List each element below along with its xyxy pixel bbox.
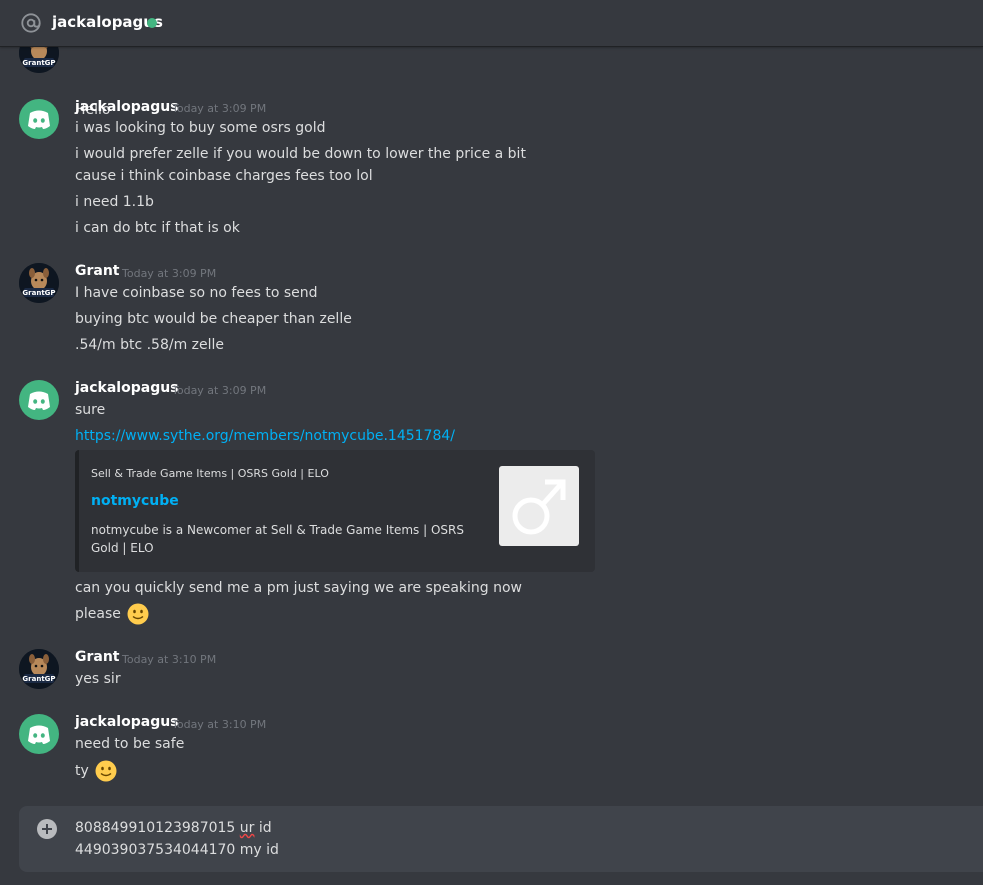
grant-avatar[interactable]: GrantGP [19,649,59,689]
message-line: i would prefer zelle if you would be dow… [75,146,526,162]
channel-header: jackalopagus [0,0,983,47]
composer-line-2: 449039037534044170 my id [75,842,279,858]
link-embed: Sell & Trade Game Items | OSRS Gold | EL… [75,450,595,572]
author-name[interactable]: Grant [75,649,120,665]
message-line: yes sir [75,671,121,687]
message-list[interactable]: GrantGP Hello jackalopagus Today at 3:09… [0,47,983,807]
dog-avatar-icon: GrantGP [19,649,59,689]
embed-description: notmycube is a Newcomer at Sell & Trade … [91,523,464,555]
dog-avatar-icon: GrantGP [19,47,59,73]
discord-logo-icon [28,391,50,410]
author-name[interactable]: jackalopagus [75,380,179,396]
male-symbol-icon [512,479,566,535]
dog-avatar-icon: GrantGP [19,263,59,303]
message-composer[interactable]: 808849910123987015 ur id 449039037534044… [19,806,983,872]
message-line: need to be safe [75,736,185,752]
svg-text:GrantGP: GrantGP [22,59,55,67]
message-line: .54/m btc .58/m zelle [75,337,225,353]
slight-smile-emoji-icon [127,603,149,625]
jackalopagus-avatar[interactable] [19,380,59,420]
grant-avatar[interactable]: GrantGP [19,47,59,73]
embed-provider: Sell & Trade Game Items | OSRS Gold | EL… [91,467,329,480]
author-name[interactable]: Grant [75,263,120,279]
message-line: buying btc would be cheaper than zelle [75,311,352,327]
message-line-with-emoji: ty [75,760,117,782]
timestamp: Today at 3:10 PM [172,718,267,731]
timestamp: Today at 3:09 PM [172,384,267,397]
message-line: cause i think coinbase charges fees too … [75,168,373,184]
timestamp: Today at 3:10 PM [122,653,217,666]
embed-thumbnail[interactable] [499,466,579,546]
timestamp: Today at 3:09 PM [172,102,267,115]
add-attachment-icon[interactable] [37,819,57,839]
message-line: sure [75,402,106,418]
composer-line-1-number: 808849910123987015 [75,820,236,836]
svg-text:GrantGP: GrantGP [22,675,55,683]
online-status-icon [147,18,157,28]
message-line: i was looking to buy some osrs gold [75,120,326,136]
author-name[interactable]: jackalopagus [75,714,179,730]
timestamp: Today at 3:09 PM [122,267,217,280]
discord-logo-icon [28,725,50,744]
svg-text:GrantGP: GrantGP [22,289,55,297]
slight-smile-emoji-icon [95,760,117,782]
discord-logo-icon [28,110,50,129]
at-sign-icon [21,13,41,33]
message-text: ty [75,763,89,779]
message-line: i need 1.1b [75,194,154,210]
message-link-line: https://www.sythe.org/members/notmycube.… [75,428,455,444]
jackalopagus-avatar[interactable] [19,714,59,754]
embed-title-link[interactable]: notmycube [91,493,179,509]
jackalopagus-avatar[interactable] [19,99,59,139]
message-input[interactable]: 808849910123987015 ur id 449039037534044… [75,817,279,861]
message-text: please [75,606,121,622]
message-line: I have coinbase so no fees to send [75,285,318,301]
author-name[interactable]: jackalopagus [75,99,179,115]
message-line: can you quickly send me a pm just saying… [75,580,523,596]
grant-avatar[interactable]: GrantGP [19,263,59,303]
message-line-with-emoji: please [75,603,149,625]
composer-misspelled-word: ur [239,820,255,836]
message-line: i can do btc if that is ok [75,220,240,236]
profile-link[interactable]: https://www.sythe.org/members/notmycube.… [75,428,455,444]
composer-line-1-rest: id [258,820,272,836]
